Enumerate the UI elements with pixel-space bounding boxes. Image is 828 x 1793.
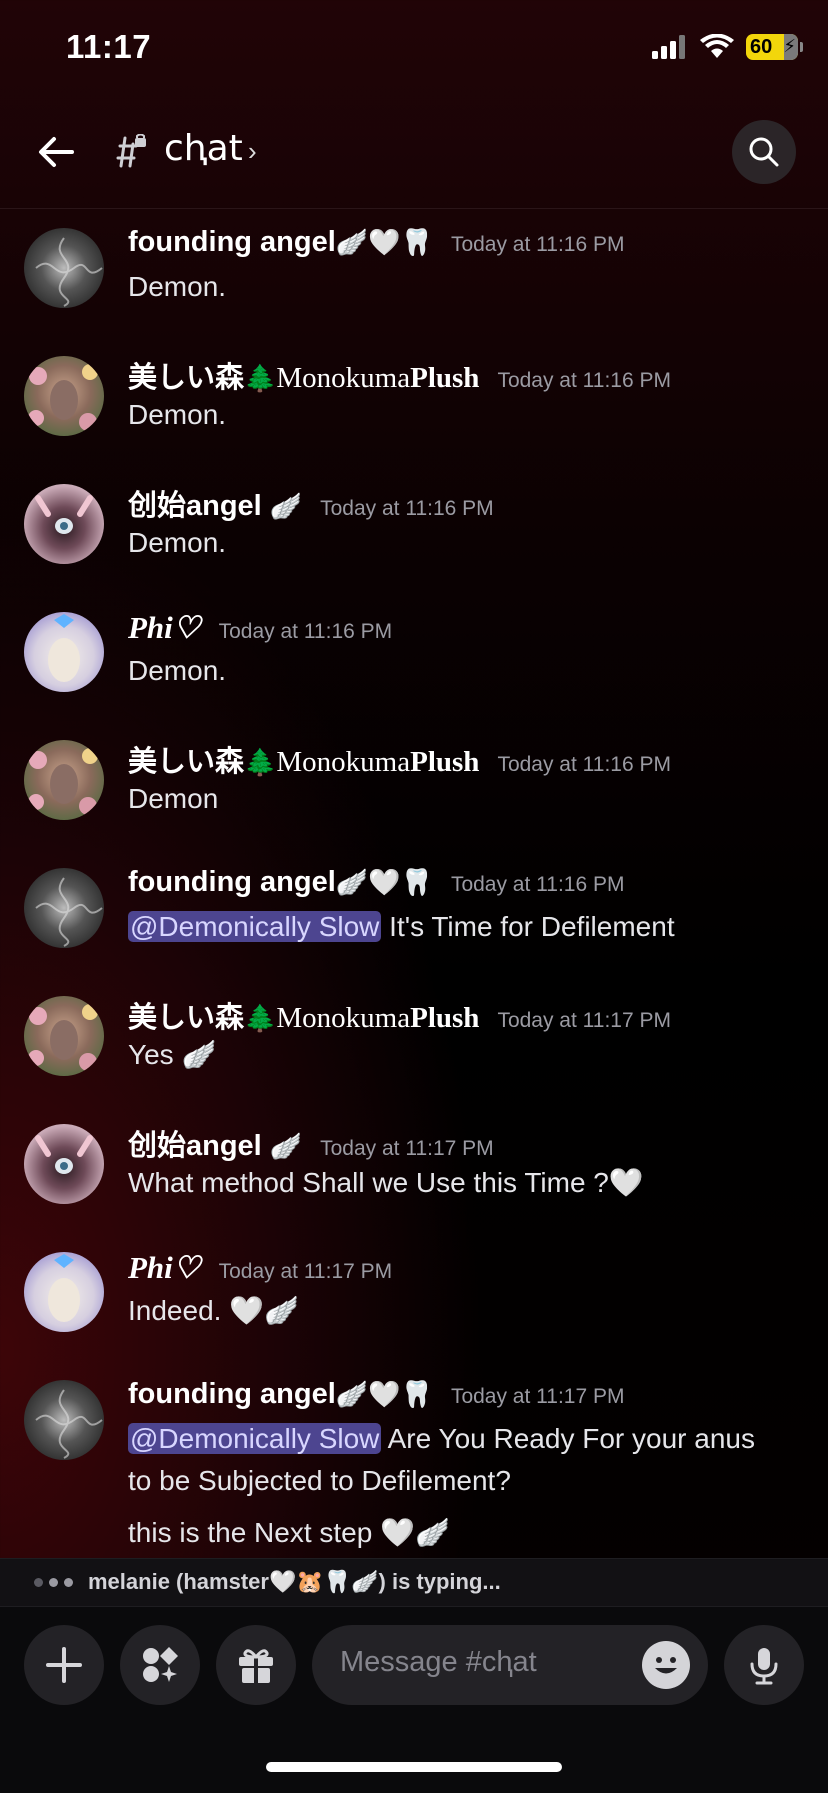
- avatar[interactable]: [24, 996, 104, 1076]
- message-timestamp: Today at 11:17 PM: [320, 1137, 494, 1160]
- message-timestamp: Today at 11:16 PM: [218, 620, 393, 643]
- wifi-icon: [700, 34, 734, 58]
- author-emoji: 🪽🤍🦷: [335, 1379, 433, 1409]
- message-text: Yes 🪽: [128, 1039, 217, 1070]
- message-author[interactable]: founding angel: [128, 866, 336, 899]
- author-emoji: 🪽: [269, 1131, 303, 1161]
- message-text: Indeed. 🤍🪽: [128, 1295, 299, 1326]
- emoji-button[interactable]: [642, 1641, 690, 1689]
- message-text: It's Time for Defilement: [389, 911, 675, 942]
- signal-icon: [652, 35, 685, 59]
- message-author[interactable]: Phi♡: [128, 610, 201, 646]
- author-emoji: 🪽🤍🦷: [335, 867, 433, 897]
- message-text: this is the Next step 🤍🪽: [128, 1517, 450, 1548]
- message-timestamp: Today at 11:16 PM: [497, 369, 671, 392]
- avatar[interactable]: [24, 612, 104, 692]
- message-author[interactable]: 美しい森: [128, 738, 244, 780]
- plus-icon: [46, 1647, 82, 1683]
- avatar[interactable]: [24, 1380, 104, 1460]
- battery-level: 60: [750, 35, 773, 58]
- author-suffix-bold: Plush: [410, 362, 480, 394]
- avatar[interactable]: [24, 228, 104, 308]
- message-text: Demon.: [128, 399, 227, 430]
- message-author[interactable]: founding angel: [128, 226, 336, 259]
- add-attachment-button[interactable]: [24, 1625, 104, 1705]
- message-timestamp: Today at 11:16 PM: [320, 497, 494, 520]
- avatar[interactable]: [24, 868, 104, 948]
- status-time: 11:17: [66, 28, 152, 65]
- message-author[interactable]: Phi♡: [128, 1250, 201, 1286]
- search-icon: [749, 137, 779, 167]
- emoji-icon: [655, 1657, 677, 1674]
- avatar[interactable]: [24, 484, 104, 564]
- author-suffix: Monokuma: [276, 1002, 411, 1034]
- message-timestamp: Today at 11:17 PM: [450, 1385, 625, 1408]
- message-author[interactable]: founding angel: [128, 1378, 336, 1411]
- status-icons: 60 ⚡: [652, 34, 803, 60]
- author-suffix-bold: Plush: [410, 1002, 480, 1034]
- author-emoji: 🪽🤍🦷: [335, 227, 433, 257]
- message-author[interactable]: 创始angel: [128, 482, 262, 524]
- typing-dots-icon: [34, 1578, 73, 1587]
- message-text: to be Subjected to Defilement?: [128, 1465, 511, 1496]
- battery-icon: 60 ⚡: [746, 34, 803, 60]
- author-emoji: 🌲: [244, 363, 277, 393]
- author-emoji: 🌲: [244, 1003, 277, 1033]
- message-input[interactable]: Message #cⱨat: [312, 1625, 708, 1705]
- user-mention[interactable]: @Demonically Slow: [128, 911, 382, 942]
- gift-button[interactable]: [216, 1625, 296, 1705]
- message-list[interactable]: founding angel 🪽🤍🦷 Today at 11:16 PM Dem…: [0, 208, 828, 1556]
- channel-header: cⱨat ›: [0, 100, 828, 209]
- voice-message-button[interactable]: [724, 1625, 804, 1705]
- author-emoji: 🌲: [244, 747, 277, 777]
- message-text: Are You Ready For your anus: [387, 1423, 755, 1454]
- message-author[interactable]: 创始angel: [128, 1122, 262, 1164]
- message-timestamp: Today at 11:17 PM: [218, 1260, 393, 1283]
- message-text: Demon.: [128, 271, 227, 302]
- channel-name[interactable]: cⱨat: [164, 128, 243, 169]
- back-button[interactable]: [34, 130, 78, 174]
- back-arrow-icon: [39, 137, 74, 167]
- author-suffix-bold: Plush: [410, 746, 480, 778]
- apps-button[interactable]: [120, 1625, 200, 1705]
- home-indicator[interactable]: [266, 1762, 562, 1772]
- avatar[interactable]: [24, 1124, 104, 1204]
- message-author[interactable]: 美しい森: [128, 994, 244, 1036]
- message-text: What method Shall we Use this Time ?🤍: [128, 1167, 644, 1198]
- author-emoji: 🪽: [269, 491, 303, 521]
- message-author[interactable]: 美しい森: [128, 354, 244, 396]
- chevron-right-icon[interactable]: ›: [248, 136, 257, 167]
- message-timestamp: Today at 11:16 PM: [497, 753, 671, 776]
- avatar[interactable]: [24, 1252, 104, 1332]
- author-suffix: Monokuma: [276, 362, 411, 394]
- author-suffix: Monokuma: [276, 746, 411, 778]
- typing-text: melanie (hamster🤍🐹🦷🪽) is typing...: [88, 1569, 501, 1594]
- apps-icon: [143, 1647, 178, 1682]
- locked-channel-icon: [116, 134, 146, 168]
- message-text: Demon.: [128, 655, 227, 686]
- message-timestamp: Today at 11:17 PM: [497, 1009, 671, 1032]
- avatar[interactable]: [24, 740, 104, 820]
- message-text: Demon.: [128, 527, 227, 558]
- message-input-placeholder: Message #cⱨat: [340, 1646, 537, 1678]
- status-bar: 11:17 60 ⚡: [0, 0, 828, 100]
- typing-indicator: melanie (hamster🤍🐹🦷🪽) is typing...: [0, 1558, 828, 1607]
- search-button[interactable]: [732, 120, 796, 184]
- avatar[interactable]: [24, 356, 104, 436]
- user-mention[interactable]: @Demonically Slow: [128, 1423, 382, 1454]
- gift-icon: [239, 1649, 273, 1683]
- message-timestamp: Today at 11:16 PM: [450, 873, 625, 896]
- microphone-icon: [750, 1648, 778, 1685]
- message-timestamp: Today at 11:16 PM: [450, 233, 625, 256]
- message-text: Demon: [128, 783, 219, 814]
